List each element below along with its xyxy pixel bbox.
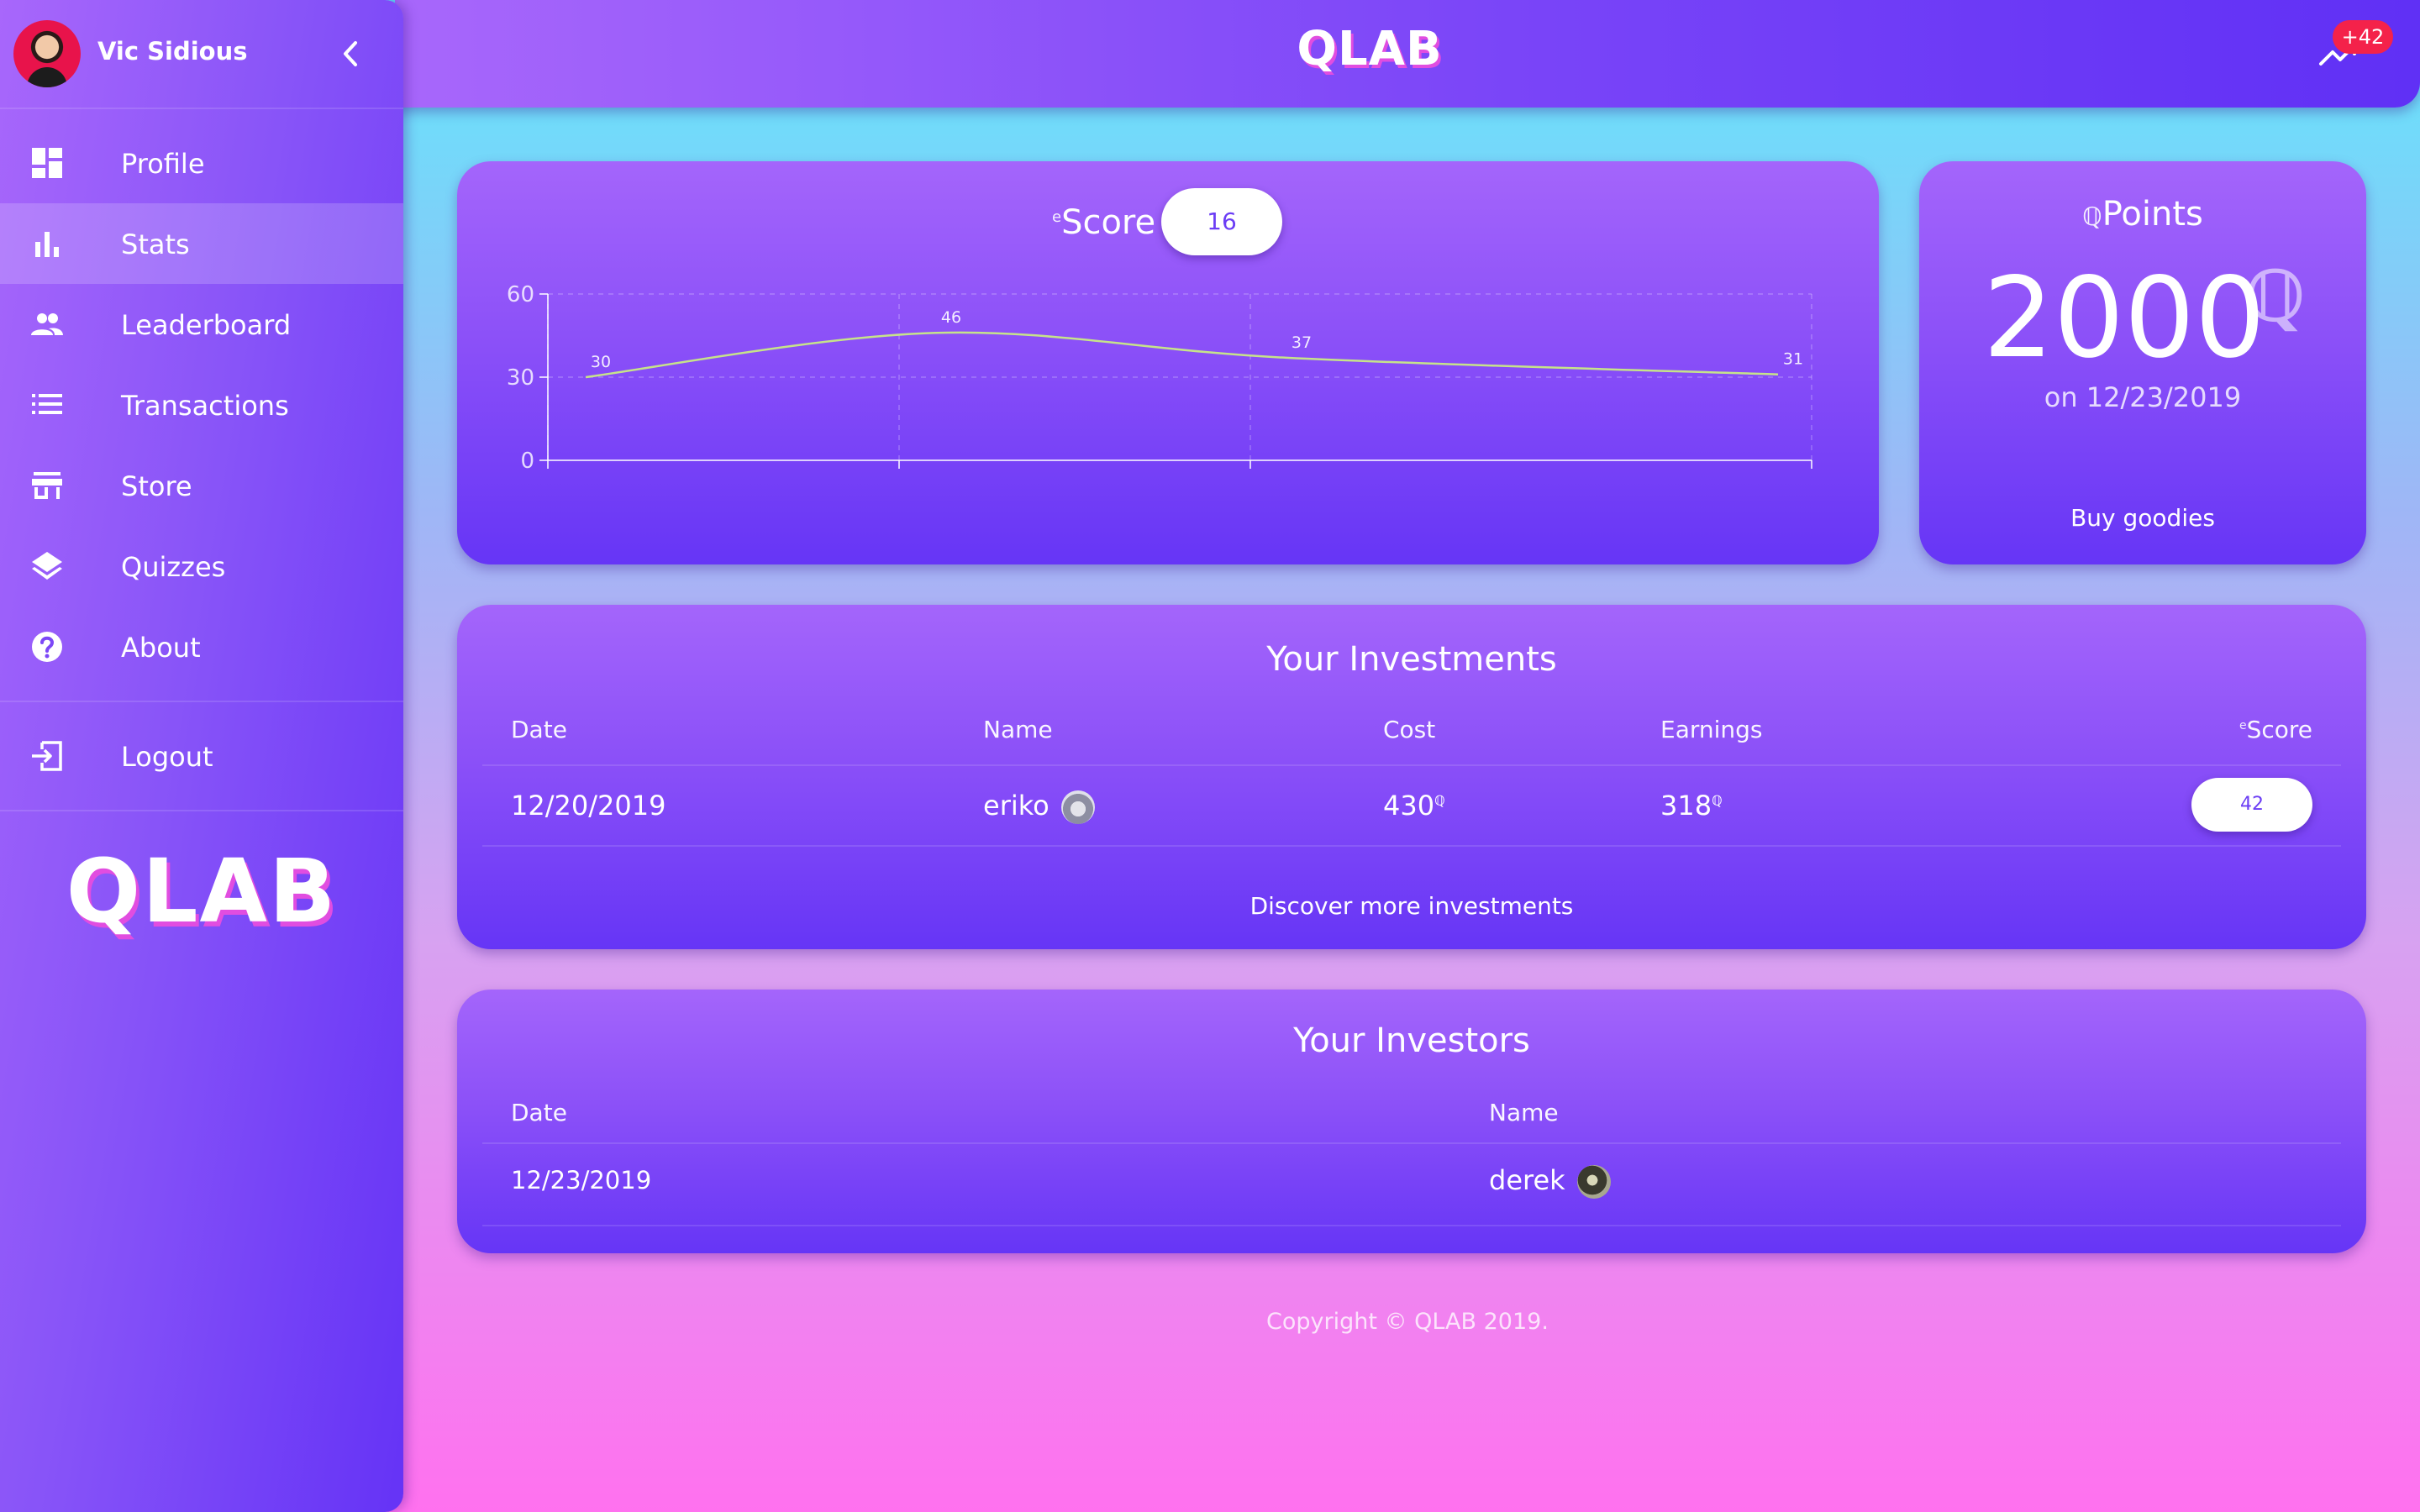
points-value: 2000: [1983, 254, 2265, 383]
points-date: on 12/23/2019: [2044, 381, 2242, 413]
sidebar-item-label: Stats: [121, 228, 190, 260]
score-card: eScore 16 60 30 0 30 46 37 31: [457, 161, 1879, 564]
investment-name-text: eriko: [983, 790, 1050, 822]
sidebar-item-label: Logout: [121, 741, 213, 773]
chevron-left-icon[interactable]: [338, 39, 363, 69]
data-label: 37: [1292, 333, 1312, 352]
points-title-text: Points: [2102, 195, 2203, 234]
column-header-score-text: Score: [2246, 716, 2312, 743]
investment-cost: 430ℚ: [1383, 790, 1445, 822]
investment-score-pill[interactable]: 42: [2191, 778, 2312, 832]
avatar[interactable]: [13, 20, 81, 87]
column-header-name: Name: [983, 716, 1053, 743]
data-label: 31: [1783, 350, 1803, 369]
sidebar-item-label: Store: [121, 470, 192, 502]
buy-goodies-link[interactable]: Buy goodies: [1919, 504, 2366, 532]
row-divider: [482, 764, 2341, 766]
points-card: ℚPoints 2000 ℚ on 12/23/2019 Buy goodies: [1919, 161, 2366, 564]
points-currency-symbol: ℚ: [2245, 255, 2306, 338]
sidebar-item-about[interactable]: About: [0, 606, 403, 687]
logout-icon: [32, 741, 62, 771]
layers-icon: [32, 552, 62, 580]
points-title: ℚPoints: [1919, 195, 2366, 234]
sidebar-item-leaderboard[interactable]: Leaderboard: [0, 284, 403, 365]
data-label: 46: [941, 308, 961, 327]
investment-date: 12/20/2019: [511, 790, 666, 822]
column-header-score-prefix: e: [2238, 718, 2247, 732]
sidebar-item-profile[interactable]: Profile: [0, 123, 403, 203]
column-header-date: Date: [511, 716, 567, 743]
top-bar: QLAB +42: [395, 0, 2420, 108]
divider: [0, 810, 403, 811]
sidebar-item-logout[interactable]: Logout: [0, 716, 403, 796]
row-divider: [482, 1225, 2341, 1226]
bar-chart-icon: [35, 232, 59, 257]
user-header: Vic Sidious: [0, 0, 403, 108]
column-header-score: eScore: [2239, 716, 2312, 743]
avatar: [1060, 790, 1095, 824]
sidebar-item-store[interactable]: Store: [0, 445, 403, 526]
investors-title: Your Investors: [1293, 1021, 1530, 1060]
score-line-chart: 60 30 0 30 46 37 31: [507, 282, 1812, 474]
row-divider: [482, 845, 2341, 847]
people-icon: [31, 313, 63, 335]
investments-title: Your Investments: [1266, 640, 1557, 679]
sidebar-item-label: Quizzes: [121, 551, 226, 583]
score-series-line: [585, 331, 1779, 379]
investment-earnings: 318ℚ: [1660, 790, 1723, 822]
y-tick-label: 0: [520, 449, 534, 474]
investor-date: 12/23/2019: [511, 1166, 652, 1194]
divider: [0, 108, 403, 109]
y-tick-label: 30: [507, 365, 534, 391]
investor-name-text: derek: [1489, 1164, 1565, 1196]
investment-cost-currency: ℚ: [1434, 792, 1445, 809]
sidebar-item-label: Profile: [121, 148, 205, 180]
user-name: Vic Sidious: [97, 37, 248, 66]
avatar: [1576, 1165, 1611, 1199]
sidebar-item-label: Transactions: [121, 390, 289, 422]
sidebar: Vic Sidious Profile Stats Leaderboard Tr…: [0, 0, 403, 1512]
divider: [0, 701, 403, 702]
sidebar-logo: QLAB: [66, 840, 338, 942]
help-circle-icon: [32, 632, 62, 662]
sidebar-item-stats[interactable]: Stats: [0, 203, 403, 284]
list-icon: [32, 394, 62, 414]
column-header-cost: Cost: [1383, 716, 1436, 743]
column-header-name: Name: [1489, 1099, 1559, 1126]
sidebar-item-quizzes[interactable]: Quizzes: [0, 526, 403, 606]
dashboard-icon: [32, 148, 62, 178]
data-label: 30: [591, 353, 611, 371]
column-header-date: Date: [511, 1099, 567, 1126]
header-logo: QLAB: [1297, 22, 1443, 76]
sidebar-item-label: About: [121, 632, 201, 664]
investments-card: Your Investments Date Name Cost Earnings…: [457, 605, 2366, 949]
discover-investments-link[interactable]: Discover more investments: [457, 892, 2366, 920]
investment-earnings-currency: ℚ: [1712, 792, 1723, 809]
sidebar-item-transactions[interactable]: Transactions: [0, 365, 403, 445]
column-header-earnings: Earnings: [1660, 716, 1763, 743]
store-icon: [32, 472, 62, 499]
investor-name[interactable]: derek: [1489, 1164, 1611, 1199]
investment-cost-value: 430: [1383, 790, 1435, 822]
investment-earnings-value: 318: [1660, 790, 1712, 822]
investment-name[interactable]: eriko: [983, 790, 1095, 824]
notification-badge: +42: [2333, 20, 2393, 54]
y-tick-label: 60: [507, 282, 534, 307]
sidebar-item-label: Leaderboard: [121, 309, 292, 341]
points-title-prefix: ℚ: [2082, 202, 2102, 232]
investors-card: Your Investors Date Name 12/23/2019 dere…: [457, 990, 2366, 1253]
row-divider: [482, 1142, 2341, 1144]
copyright-footer: Copyright © QLAB 2019.: [1266, 1309, 1549, 1335]
